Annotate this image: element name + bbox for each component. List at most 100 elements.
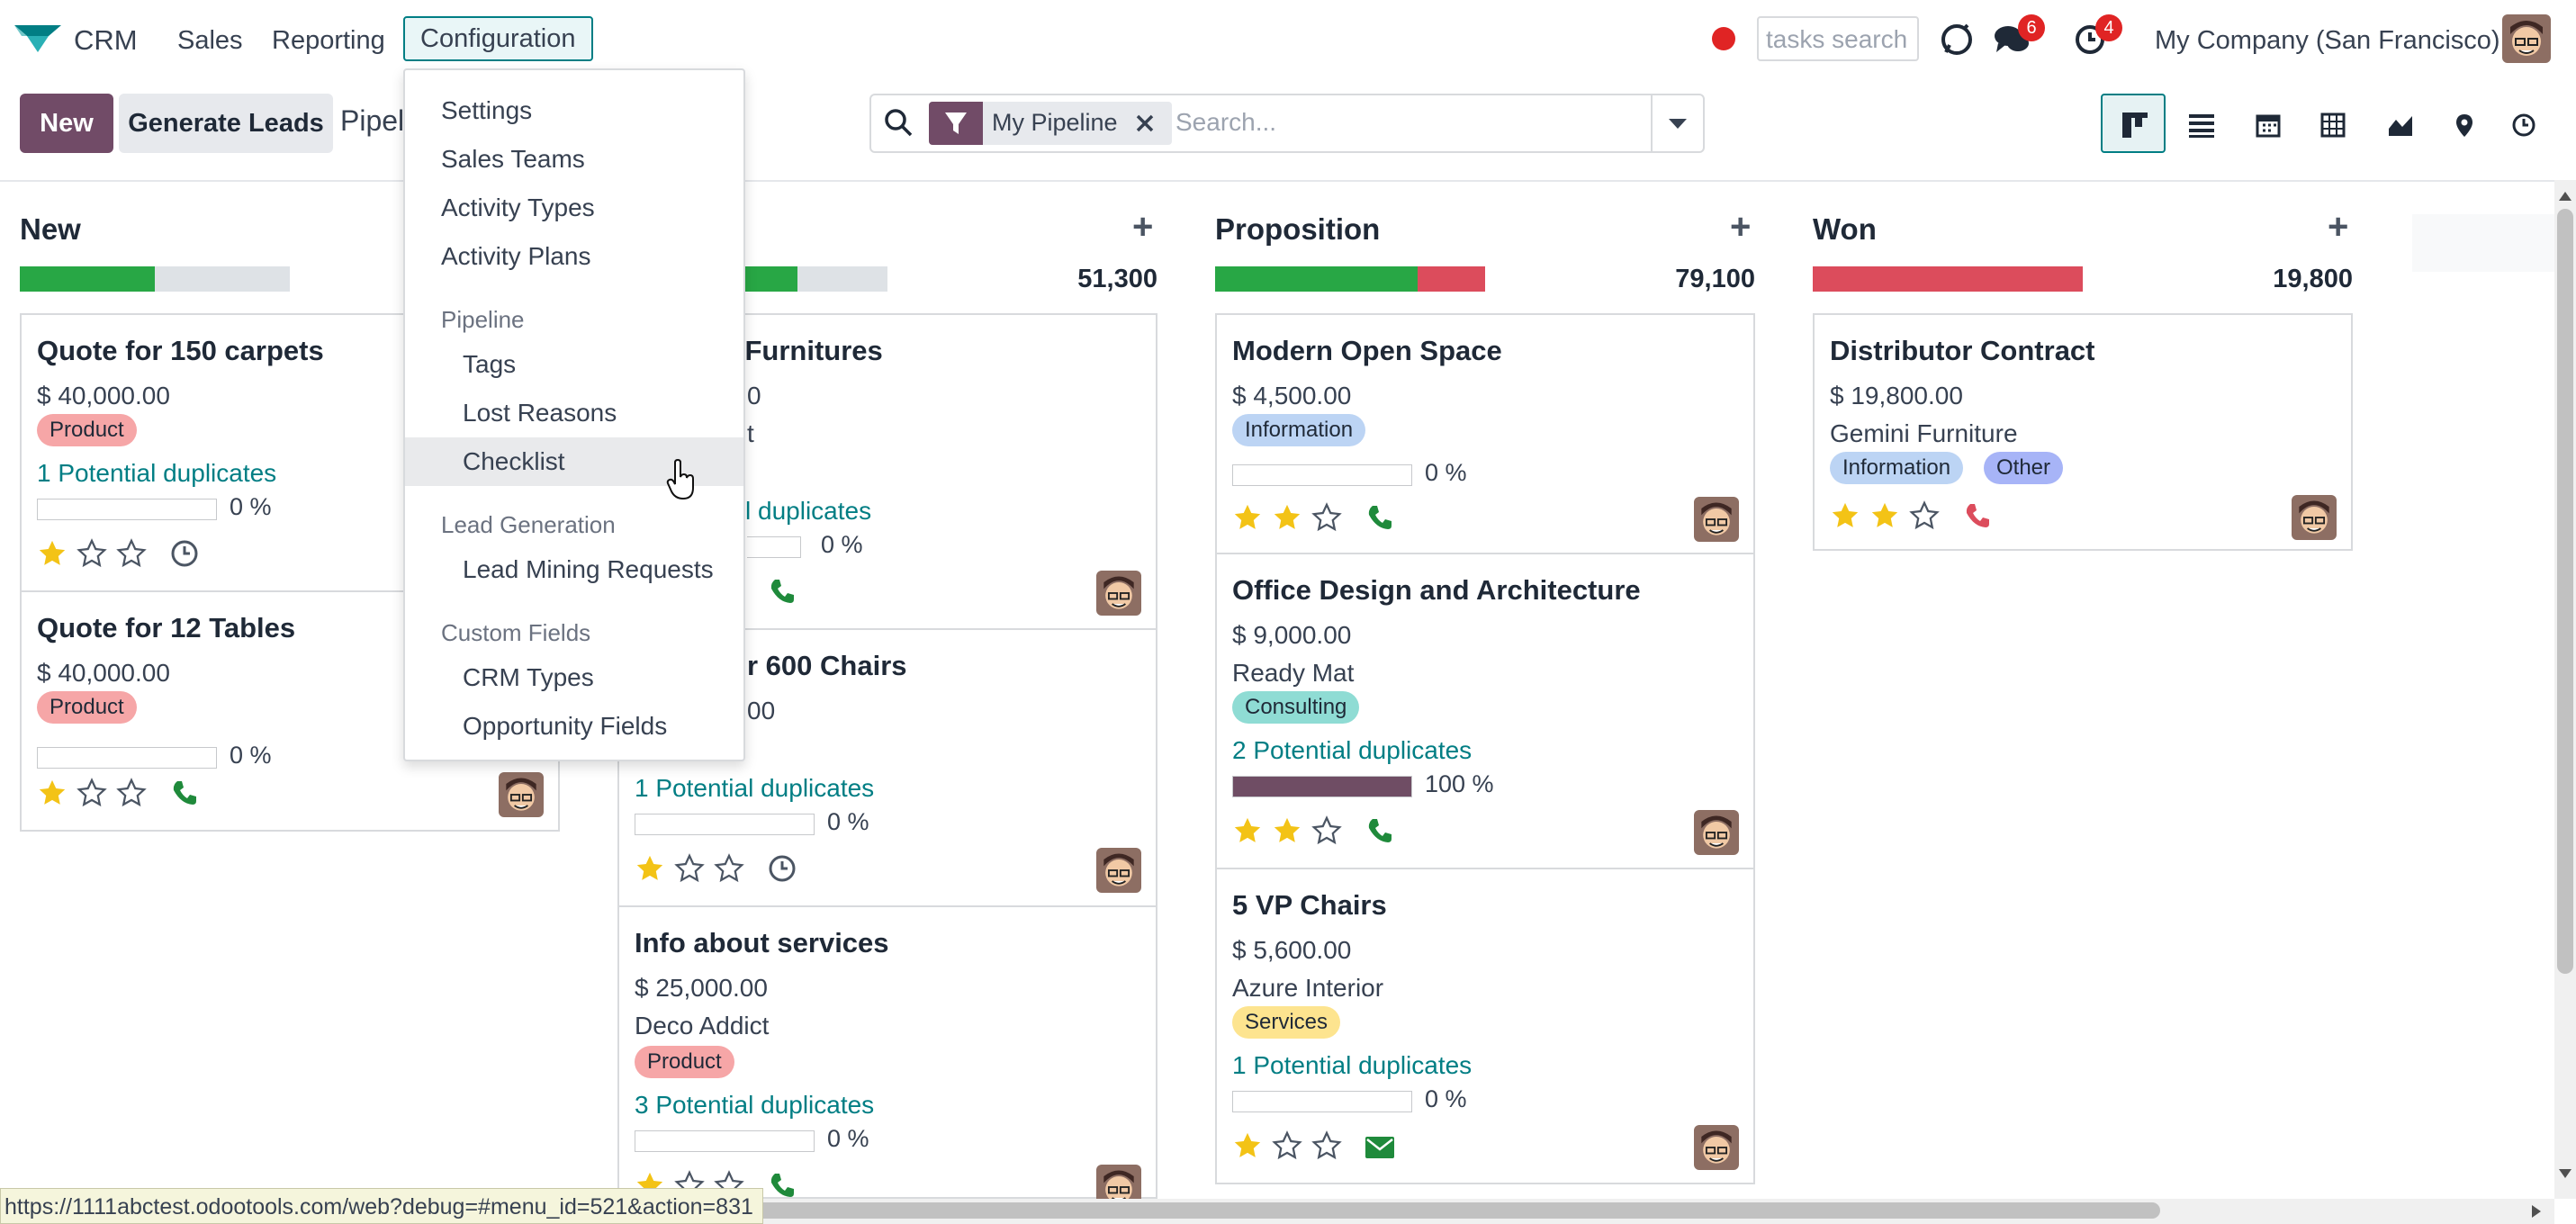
star-filled-icon[interactable] xyxy=(1232,815,1263,846)
duplicates-link[interactable]: 1 Potential duplicates xyxy=(635,774,874,803)
horizontal-scrollbar-thumb[interactable] xyxy=(738,1202,2160,1219)
phone-icon[interactable] xyxy=(767,1170,797,1201)
menu-item-activity-plans[interactable]: Activity Plans xyxy=(405,232,743,281)
duplicates-link[interactable]: 2 Potential duplicates xyxy=(1232,736,1472,765)
graph-view-button[interactable] xyxy=(2365,94,2430,153)
card-amount: $ 4,500.00 xyxy=(1232,382,1352,410)
star-filled-icon[interactable] xyxy=(37,778,68,808)
user-avatar[interactable] xyxy=(2502,14,2551,63)
phone-icon[interactable] xyxy=(1365,502,1395,533)
tag-product: Product xyxy=(635,1046,734,1078)
generate-leads-button[interactable]: Generate Leads xyxy=(119,94,333,153)
email-icon[interactable] xyxy=(1365,1132,1395,1163)
star-empty-icon[interactable] xyxy=(116,778,147,808)
menu-item-settings[interactable]: Settings xyxy=(405,86,743,135)
salesperson-avatar[interactable] xyxy=(499,772,544,817)
star-empty-icon[interactable] xyxy=(77,538,107,569)
add-column-area[interactable] xyxy=(2412,214,2554,272)
star-empty-icon[interactable] xyxy=(1311,502,1342,533)
star-filled-icon[interactable] xyxy=(1272,502,1302,533)
menu-item-sales-teams[interactable]: Sales Teams xyxy=(405,135,743,184)
column-progress-won[interactable] xyxy=(1813,266,2083,292)
card-title: Quote for 150 carpets xyxy=(37,335,324,366)
column-add-icon[interactable]: + xyxy=(1132,207,1153,248)
phone-icon[interactable] xyxy=(1365,815,1395,846)
crm-logo-icon[interactable] xyxy=(13,20,63,56)
menu-item-opportunity-fields[interactable]: Opportunity Fields xyxy=(405,702,743,751)
column-progress-proposition[interactable] xyxy=(1215,266,1485,292)
star-empty-icon[interactable] xyxy=(714,853,744,884)
column-title-won[interactable]: Won xyxy=(1813,212,1877,247)
facet-label: My Pipeline xyxy=(992,109,1118,136)
menu-item-lost-reasons[interactable]: Lost Reasons xyxy=(405,389,743,437)
menu-sales[interactable]: Sales xyxy=(177,20,243,61)
salesperson-avatar[interactable] xyxy=(2292,495,2337,540)
menu-item-tags[interactable]: Tags xyxy=(405,340,743,389)
menu-item-activity-types[interactable]: Activity Types xyxy=(405,184,743,232)
phone-icon[interactable] xyxy=(1962,500,1993,531)
star-empty-icon[interactable] xyxy=(1311,1130,1342,1161)
duplicates-link[interactable]: l duplicates xyxy=(745,497,871,526)
map-view-button[interactable] xyxy=(2430,94,2495,153)
menu-configuration[interactable]: Configuration xyxy=(403,16,593,61)
star-filled-icon[interactable] xyxy=(1232,502,1263,533)
search-options-toggle[interactable] xyxy=(1651,94,1705,153)
kanban-card[interactable]: Office Design and Architecture $ 9,000.0… xyxy=(1215,553,1755,869)
facet-remove-icon[interactable] xyxy=(1129,107,1161,140)
column-progress-new[interactable] xyxy=(20,266,290,292)
calendar-view-button[interactable] xyxy=(2234,94,2299,153)
discuss-icon[interactable] xyxy=(1939,22,1975,58)
card-partner: t xyxy=(747,419,754,447)
salesperson-avatar[interactable] xyxy=(1694,1125,1739,1170)
star-filled-icon[interactable] xyxy=(1272,815,1302,846)
kanban-card[interactable]: Info about services $ 25,000.00 Deco Add… xyxy=(617,905,1157,1210)
star-filled-icon[interactable] xyxy=(1869,500,1900,531)
pivot-view-button[interactable] xyxy=(2299,94,2364,153)
salesperson-avatar[interactable] xyxy=(1096,848,1141,893)
star-empty-icon[interactable] xyxy=(116,538,147,569)
search-input[interactable]: Search... xyxy=(1175,108,1276,137)
column-title-new[interactable]: New xyxy=(20,212,81,247)
new-button[interactable]: New xyxy=(20,94,113,153)
top-navbar: CRM Sales Reporting Configuration tasks … xyxy=(0,0,2576,77)
duplicates-link[interactable]: 1 Potential duplicates xyxy=(1232,1051,1472,1080)
star-filled-icon[interactable] xyxy=(1232,1130,1263,1161)
column-add-icon[interactable]: + xyxy=(1730,207,1751,248)
kanban-card[interactable]: Distributor Contract $ 19,800.00 Gemini … xyxy=(1813,313,2353,551)
kanban-card[interactable]: Modern Open Space $ 4,500.00 Information… xyxy=(1215,313,1755,554)
star-empty-icon[interactable] xyxy=(674,853,705,884)
company-switcher[interactable]: My Company (San Francisco) xyxy=(2155,20,2500,61)
salesperson-avatar[interactable] xyxy=(1096,571,1141,616)
menu-reporting[interactable]: Reporting xyxy=(272,20,385,61)
salesperson-avatar[interactable] xyxy=(1694,810,1739,855)
star-filled-icon[interactable] xyxy=(37,538,68,569)
list-view-button[interactable] xyxy=(2167,94,2232,153)
activity-clock-icon[interactable] xyxy=(767,853,797,884)
record-icon[interactable] xyxy=(1712,27,1735,50)
phone-icon[interactable] xyxy=(169,778,200,808)
star-empty-icon[interactable] xyxy=(1272,1130,1302,1161)
column-add-icon[interactable]: + xyxy=(2328,207,2348,248)
scroll-down-arrow-icon[interactable] xyxy=(2558,1168,2572,1179)
salesperson-avatar[interactable] xyxy=(1694,497,1739,542)
menu-item-crm-types[interactable]: CRM Types xyxy=(405,653,743,702)
star-empty-icon[interactable] xyxy=(1909,500,1940,531)
scroll-right-arrow-icon[interactable] xyxy=(2531,1204,2542,1219)
activity-clock-icon[interactable] xyxy=(169,538,200,569)
tasks-search-input[interactable]: tasks search xyxy=(1757,16,1919,61)
app-name[interactable]: CRM xyxy=(74,20,138,61)
vertical-scrollbar-thumb[interactable] xyxy=(2557,209,2573,974)
kanban-view-button[interactable] xyxy=(2101,94,2166,153)
star-filled-icon[interactable] xyxy=(1830,500,1860,531)
star-empty-icon[interactable] xyxy=(77,778,107,808)
star-filled-icon[interactable] xyxy=(635,853,665,884)
duplicates-link[interactable]: 3 Potential duplicates xyxy=(635,1091,874,1120)
menu-item-lead-mining-requests[interactable]: Lead Mining Requests xyxy=(405,545,743,594)
duplicates-link[interactable]: 1 Potential duplicates xyxy=(37,459,276,488)
star-empty-icon[interactable] xyxy=(1311,815,1342,846)
scroll-up-arrow-icon[interactable] xyxy=(2558,191,2572,202)
column-title-proposition[interactable]: Proposition xyxy=(1215,212,1380,247)
kanban-card[interactable]: 5 VP Chairs $ 5,600.00 Azure Interior Se… xyxy=(1215,868,1755,1184)
activity-view-button[interactable] xyxy=(2490,94,2554,153)
phone-icon[interactable] xyxy=(767,576,797,607)
